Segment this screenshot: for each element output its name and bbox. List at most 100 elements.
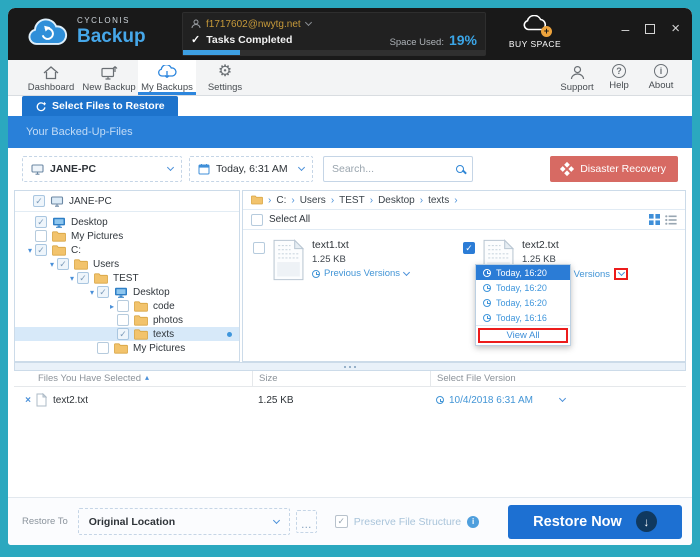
info-icon: i — [654, 64, 668, 78]
space-used: Space Used: 19% — [390, 32, 477, 48]
file-checkbox[interactable] — [463, 242, 475, 254]
expand-arrow[interactable]: ▸ — [107, 302, 117, 311]
info-icon[interactable]: i — [467, 516, 479, 528]
checkbox[interactable] — [77, 272, 89, 284]
close-button[interactable]: × — [671, 23, 680, 35]
version-option-label: Today, 16:20 — [496, 298, 547, 308]
account-row[interactable]: f1717602@nwytg.net — [191, 17, 477, 31]
restore-now-button[interactable]: Restore Now ↓ — [508, 505, 682, 539]
brand-wordmark: CYCLONIS Backup — [77, 17, 146, 46]
tab-dashboard[interactable]: Dashboard — [22, 60, 80, 95]
disaster-recovery-button[interactable]: Disaster Recovery — [550, 156, 678, 182]
expand-arrow[interactable]: ▾ — [67, 274, 77, 283]
checkbox[interactable] — [97, 342, 109, 354]
file-card-text1: text1.txt 1.25 KB Previous Versions — [253, 239, 449, 281]
restore-tab-label: Select Files to Restore — [52, 100, 165, 112]
subtab-row: Select Files to Restore — [8, 96, 692, 116]
breadcrumb-separator: › — [454, 195, 457, 206]
search-box[interactable] — [323, 156, 473, 182]
tree-item-test[interactable]: ▾ TEST — [15, 271, 239, 285]
view-all-button[interactable]: View All — [478, 328, 568, 343]
checkbox[interactable] — [117, 328, 129, 340]
version-option[interactable]: Today, 16:20 — [476, 280, 570, 295]
checkbox[interactable] — [57, 258, 69, 270]
checkbox[interactable] — [117, 300, 129, 312]
tree-item-my-pictures-nested[interactable]: My Pictures — [15, 341, 239, 355]
buy-space-button[interactable]: + BUY SPACE — [506, 15, 564, 49]
preserve-structure-checkbox[interactable] — [335, 515, 348, 528]
breadcrumb-item[interactable]: TEST — [339, 195, 365, 206]
column-header-version[interactable]: Select File Version — [430, 371, 686, 386]
tree-item-users[interactable]: ▾ Users — [15, 257, 239, 271]
tree-item-c-drive[interactable]: ▾ C: — [15, 243, 239, 257]
column-header-size[interactable]: Size — [252, 371, 430, 386]
account-email[interactable]: f1717602@nwytg.net — [206, 19, 301, 30]
tree-item-desktop-nested[interactable]: ▾ Desktop — [15, 285, 239, 299]
date-selector[interactable]: Today, 6:31 AM — [189, 156, 313, 182]
tree-item-desktop[interactable]: Desktop — [15, 215, 239, 229]
tab-new-backup[interactable]: New Backup — [80, 60, 138, 95]
search-icon[interactable] — [456, 165, 464, 173]
breadcrumb-item[interactable]: Users — [300, 195, 326, 206]
breadcrumb-item[interactable]: C: — [276, 195, 286, 206]
checkbox[interactable] — [35, 244, 47, 256]
version-option[interactable]: Today, 16:20 — [476, 295, 570, 310]
checkbox[interactable] — [35, 230, 47, 242]
tree-item-label: C: — [71, 245, 81, 256]
user-icon — [191, 19, 201, 29]
utility-label: Help — [609, 80, 629, 91]
clock-icon — [483, 299, 491, 307]
help-button[interactable]: ? Help — [598, 60, 640, 95]
remove-file-button[interactable]: × — [20, 395, 36, 406]
breadcrumb-item[interactable]: Desktop — [378, 195, 415, 206]
device-selector[interactable]: JANE-PC — [22, 156, 182, 182]
file-cell: × text2.txt — [14, 393, 252, 407]
version-option[interactable]: Today, 16:16 — [476, 310, 570, 325]
file-checkbox[interactable] — [253, 242, 265, 254]
tab-select-files-to-restore[interactable]: Select Files to Restore — [22, 96, 178, 116]
checkbox[interactable] — [35, 216, 47, 228]
about-button[interactable]: i About — [640, 60, 682, 95]
expand-arrow[interactable]: ▾ — [25, 246, 35, 255]
selected-indicator-dot — [227, 332, 232, 337]
desktop-background: { "colors": { "frame_teal": "#2ba8bf", "… — [0, 0, 700, 557]
tree-item-code[interactable]: ▸ code — [15, 299, 239, 313]
tree-item-my-pictures[interactable]: My Pictures — [15, 229, 239, 243]
tree-item-label: code — [153, 301, 175, 312]
version-option[interactable]: Today, 16:20 — [476, 265, 570, 280]
question-icon: ? — [612, 64, 626, 78]
previous-versions-link[interactable]: Previous Versions — [312, 268, 409, 279]
select-all-label: Select All — [269, 214, 310, 225]
restore-location-dropdown[interactable]: Original Location — [78, 508, 290, 535]
expand-arrow[interactable]: ▾ — [87, 288, 97, 297]
chevron-down-icon[interactable] — [403, 268, 410, 275]
panel-splitter[interactable] — [14, 362, 686, 371]
tab-settings[interactable]: ⚙ Settings — [196, 60, 254, 95]
tasks-status: Tasks Completed — [206, 34, 292, 46]
version-value[interactable]: 10/4/2018 6:31 AM — [449, 395, 533, 406]
chevron-down-icon[interactable] — [618, 269, 625, 276]
browse-location-button[interactable]: … — [296, 510, 317, 533]
grid-view-icon[interactable] — [649, 214, 660, 225]
column-header-files[interactable]: Files You Have Selected ▴ — [14, 371, 252, 386]
support-button[interactable]: Support — [556, 60, 598, 95]
tree-item-photos[interactable]: photos — [15, 313, 239, 327]
maximize-button[interactable] — [645, 24, 655, 34]
chevron-down-icon[interactable] — [559, 395, 566, 402]
tab-my-backups[interactable]: My Backups — [138, 60, 196, 95]
nav-tabs: Dashboard New Backup My Backups ⚙ Settin… — [22, 60, 254, 95]
checkbox[interactable] — [97, 286, 109, 298]
select-all-checkbox[interactable] — [251, 214, 263, 226]
date-value: Today, 6:31 AM — [216, 163, 288, 175]
minimize-button[interactable]: – — [621, 24, 629, 34]
checkbox[interactable] — [117, 314, 129, 326]
checkbox[interactable] — [33, 195, 45, 207]
list-view-icon[interactable] — [665, 215, 677, 225]
breadcrumb-item[interactable]: texts — [428, 195, 449, 206]
search-input[interactable] — [332, 163, 456, 175]
chevron-down-icon[interactable] — [305, 19, 312, 26]
expand-arrow[interactable]: ▾ — [47, 260, 57, 269]
tree-item-texts[interactable]: texts — [15, 327, 239, 341]
tree-item-jane-pc[interactable]: JANE-PC — [15, 194, 239, 208]
clock-icon — [483, 284, 491, 292]
